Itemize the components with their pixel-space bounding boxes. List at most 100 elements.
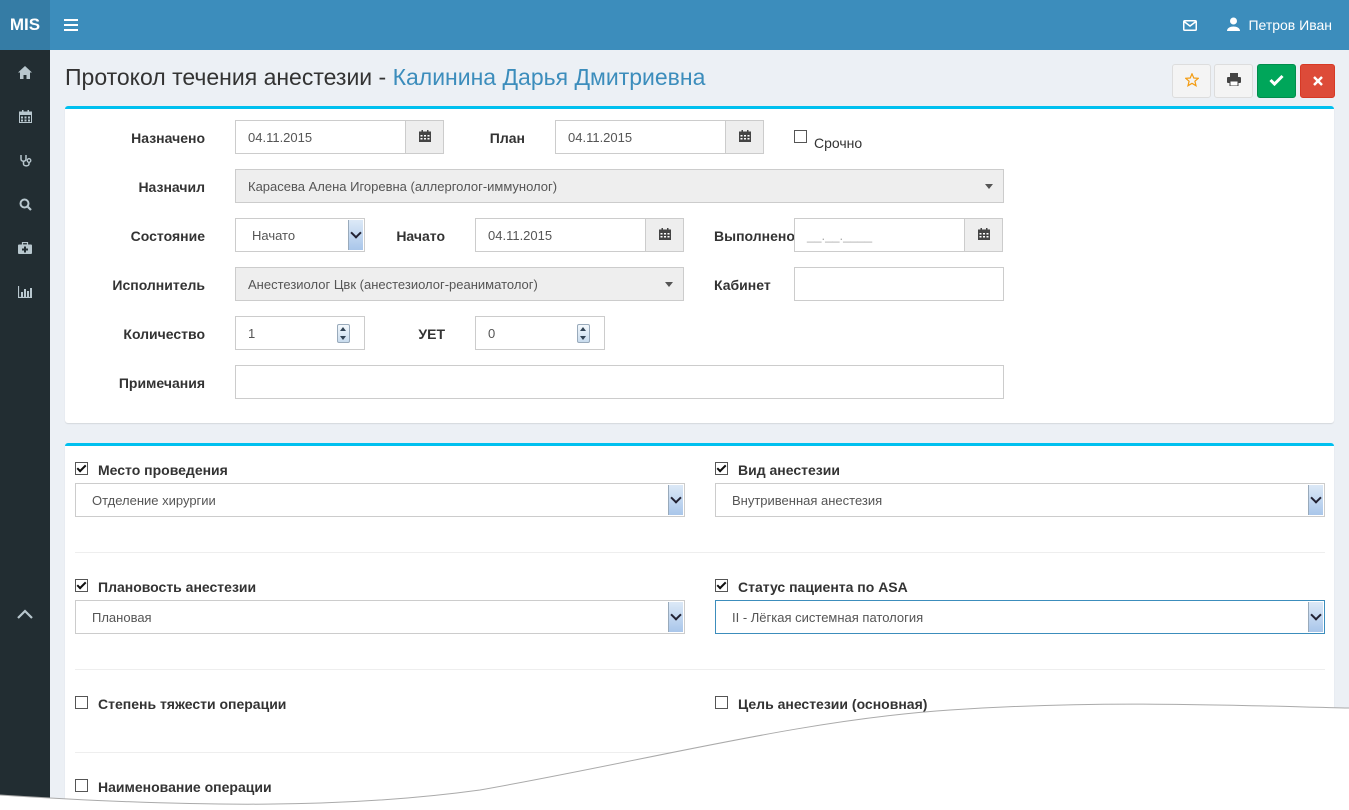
- asa-status-value: II - Лёгкая системная патология: [732, 609, 924, 625]
- chevron-down-icon: [668, 485, 683, 515]
- section-divider: [75, 752, 1325, 753]
- save-button[interactable]: [1257, 64, 1296, 98]
- asa-status-checkbox[interactable]: [715, 579, 728, 592]
- place-checkbox[interactable]: [75, 462, 88, 475]
- chevron-down-icon: [668, 602, 683, 632]
- urgent-label: Срочно: [814, 135, 863, 151]
- star-icon: [1183, 71, 1200, 90]
- planning-select[interactable]: Плановая: [75, 600, 685, 634]
- sidebar-item-home[interactable]: [0, 50, 50, 94]
- sidebar-collapse-button[interactable]: [0, 592, 50, 636]
- assigned-date-picker-button[interactable]: [405, 120, 444, 154]
- assigned-by-value: Карасева Алена Игоревна (аллерголог-имму…: [248, 178, 558, 194]
- performer-select[interactable]: Анестезиолог Цвк (анестезиолог-реанимато…: [235, 267, 684, 301]
- order-form-panel: Назначено 04.11.2015 План 04.11.2015 Сро…: [65, 106, 1334, 423]
- place-value: Отделение хирургии: [92, 492, 216, 508]
- done-date-picker-button[interactable]: [964, 218, 1003, 252]
- calendar-icon: [18, 109, 32, 123]
- quantity-label: Количество: [123, 326, 205, 342]
- state-label: Состояние: [130, 228, 205, 244]
- mail-icon[interactable]: [1183, 19, 1198, 31]
- patient-name[interactable]: Калинина Дарья Дмитриевна: [393, 64, 706, 90]
- bar-chart-icon: [18, 286, 32, 298]
- asa-status-label: Статус пациента по ASA: [738, 579, 908, 595]
- state-select[interactable]: Начато: [235, 218, 365, 252]
- performer-value: Анестезиолог Цвк (анестезиолог-реанимато…: [248, 276, 538, 292]
- started-date-picker-button[interactable]: [645, 218, 684, 252]
- user-name: Петров Иван: [1248, 17, 1332, 33]
- sidebar-item-reports[interactable]: [0, 270, 50, 314]
- user-menu[interactable]: Петров Иван: [1227, 17, 1332, 34]
- severity-label: Степень тяжести операции: [98, 696, 287, 712]
- section-divider: [75, 669, 1325, 670]
- menu-toggle-icon[interactable]: [60, 15, 82, 35]
- operation-name-checkbox[interactable]: [75, 779, 88, 792]
- severity-checkbox[interactable]: [75, 696, 88, 709]
- anesthesia-type-label: Вид анестезии: [738, 462, 840, 478]
- anesthesia-goal-checkbox[interactable]: [715, 696, 728, 709]
- chevron-down-icon: [1308, 602, 1323, 632]
- assigned-date-input[interactable]: 04.11.2015: [235, 120, 406, 154]
- started-date-input[interactable]: 04.11.2015: [475, 218, 646, 252]
- home-icon: [18, 65, 32, 79]
- plan-date-input[interactable]: 04.11.2015: [555, 120, 726, 154]
- urgent-checkbox[interactable]: [794, 130, 807, 143]
- spinner-arrows-icon[interactable]: [337, 324, 350, 343]
- sidebar-item-stethoscope[interactable]: [0, 138, 50, 182]
- done-date-input[interactable]: __.__.____: [794, 218, 965, 252]
- print-icon: [1226, 73, 1241, 89]
- assigned-by-select[interactable]: Карасева Алена Игоревна (аллерголог-имму…: [235, 169, 1004, 203]
- uet-value: 0: [488, 325, 496, 341]
- sidebar-item-medkit[interactable]: [0, 226, 50, 270]
- notes-input[interactable]: [235, 365, 1004, 399]
- chevron-down-icon: [1308, 485, 1323, 515]
- check-icon: [1269, 74, 1284, 89]
- plan-label: План: [489, 130, 525, 146]
- assigned-label: Назначено: [131, 130, 205, 146]
- calendar-icon: [977, 227, 990, 243]
- anesthesia-goal-label: Цель анестезии (основная): [738, 696, 928, 712]
- planning-label: Плановость анестезии: [98, 579, 257, 595]
- plan-date-picker-button[interactable]: [725, 120, 764, 154]
- anesthesia-details-panel: Место проведения Отделение хирургии Вид …: [65, 443, 1334, 810]
- top-navbar: MIS Петров Иван: [0, 0, 1349, 50]
- close-icon: [1312, 74, 1323, 89]
- page-title-text: Протокол течения анестезии -: [65, 64, 393, 90]
- sidebar-item-search[interactable]: [0, 182, 50, 226]
- quantity-value: 1: [248, 325, 256, 341]
- planning-checkbox[interactable]: [75, 579, 88, 592]
- place-select[interactable]: Отделение хирургии: [75, 483, 685, 517]
- calendar-icon: [418, 129, 431, 145]
- planning-value: Плановая: [92, 609, 152, 625]
- chevron-down-icon: [985, 184, 993, 189]
- user-icon: [1227, 17, 1241, 34]
- page-title: Протокол течения анестезии - Калинина Да…: [65, 64, 705, 91]
- medkit-icon: [18, 242, 32, 254]
- anesthesia-type-value: Внутривенная анестезия: [732, 492, 883, 508]
- search-icon: [19, 198, 32, 211]
- calendar-icon: [658, 227, 671, 243]
- place-label: Место проведения: [98, 462, 228, 478]
- done-label: Выполнено: [714, 228, 795, 244]
- calendar-icon: [738, 129, 751, 145]
- performer-label: Исполнитель: [112, 277, 205, 293]
- operation-name-label: Наименование операции: [98, 779, 272, 795]
- print-button[interactable]: [1214, 64, 1253, 98]
- anesthesia-type-select[interactable]: Внутривенная анестезия: [715, 483, 1325, 517]
- section-divider: [75, 552, 1325, 553]
- uet-stepper[interactable]: 0: [475, 316, 605, 350]
- state-value: Начато: [252, 227, 296, 243]
- spinner-arrows-icon[interactable]: [577, 324, 590, 343]
- brand-logo[interactable]: MIS: [0, 0, 50, 50]
- favorite-button[interactable]: [1172, 64, 1211, 98]
- started-label: Начато: [396, 228, 445, 244]
- quantity-stepper[interactable]: 1: [235, 316, 365, 350]
- cabinet-input[interactable]: [794, 267, 1004, 301]
- sidebar-item-calendar[interactable]: [0, 94, 50, 138]
- uet-label: УЕТ: [418, 326, 445, 342]
- asa-status-select[interactable]: II - Лёгкая системная патология: [715, 600, 1325, 634]
- chevron-down-icon: [348, 220, 363, 250]
- stethoscope-icon: [19, 154, 32, 167]
- anesthesia-type-checkbox[interactable]: [715, 462, 728, 475]
- cancel-button[interactable]: [1300, 64, 1335, 98]
